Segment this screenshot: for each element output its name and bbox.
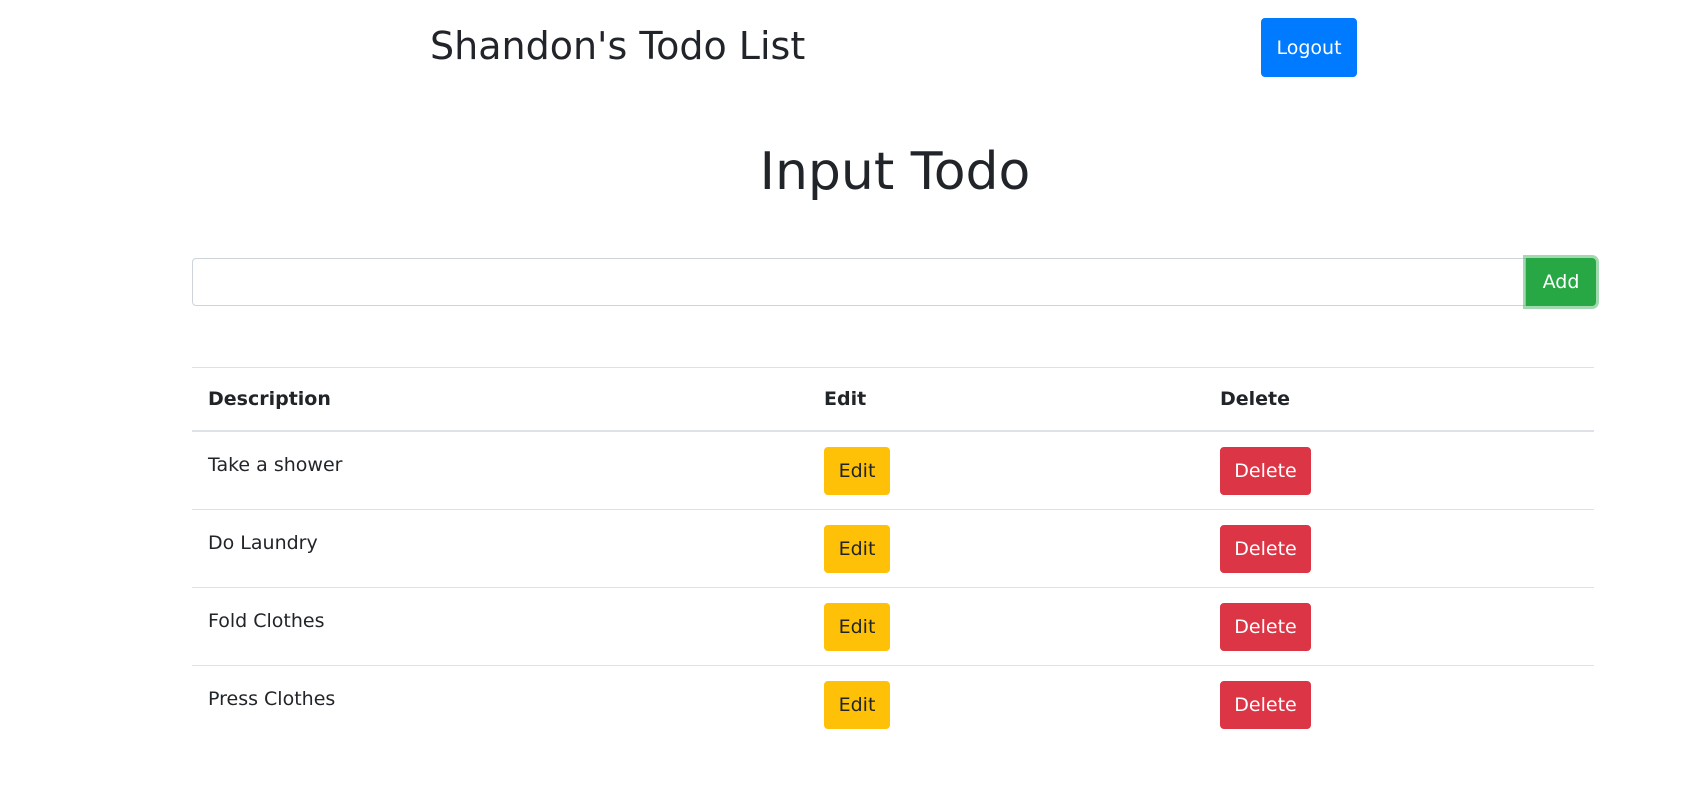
table-row: Do Laundry Edit Delete [192,509,1594,588]
table-row: Fold Clothes Edit Delete [192,587,1594,666]
todo-page: Shandon's Todo List Logout Input Todo Ad… [0,0,1682,804]
app-title: Shandon's Todo List [430,24,806,68]
edit-column-header: Edit [808,367,1204,432]
description-column-header: Description [192,367,808,432]
delete-todo-button[interactable]: Delete [1220,524,1311,573]
table-row: Take a shower Edit Delete [192,431,1594,510]
delete-column-header: Delete [1204,367,1594,432]
todo-table-body: Take a shower Edit Delete Do Laundry Edi… [192,431,1594,743]
logout-button[interactable]: Logout [1261,18,1357,77]
edit-todo-button[interactable]: Edit [824,602,890,651]
todo-description: Take a shower [208,454,343,476]
todo-table: Description Edit Delete Take a shower Ed… [192,367,1594,743]
add-todo-form: Add [192,258,1596,306]
delete-todo-button[interactable]: Delete [1220,680,1311,729]
input-todo-heading: Input Todo [759,142,1031,202]
header-row: Description Edit Delete [192,367,1594,432]
edit-todo-button[interactable]: Edit [824,446,890,495]
add-todo-button[interactable]: Add [1526,258,1596,306]
table-row: Press Clothes Edit Delete [192,665,1594,743]
todo-description-input[interactable] [192,258,1526,306]
edit-todo-button[interactable]: Edit [824,524,890,573]
delete-todo-button[interactable]: Delete [1220,446,1311,495]
edit-todo-button[interactable]: Edit [824,680,890,729]
todo-description: Do Laundry [192,509,808,588]
delete-todo-button[interactable]: Delete [1220,602,1311,651]
todo-table-header: Description Edit Delete [192,367,1594,432]
todo-description: Fold Clothes [192,587,808,666]
todo-description: Press Clothes [192,665,808,743]
